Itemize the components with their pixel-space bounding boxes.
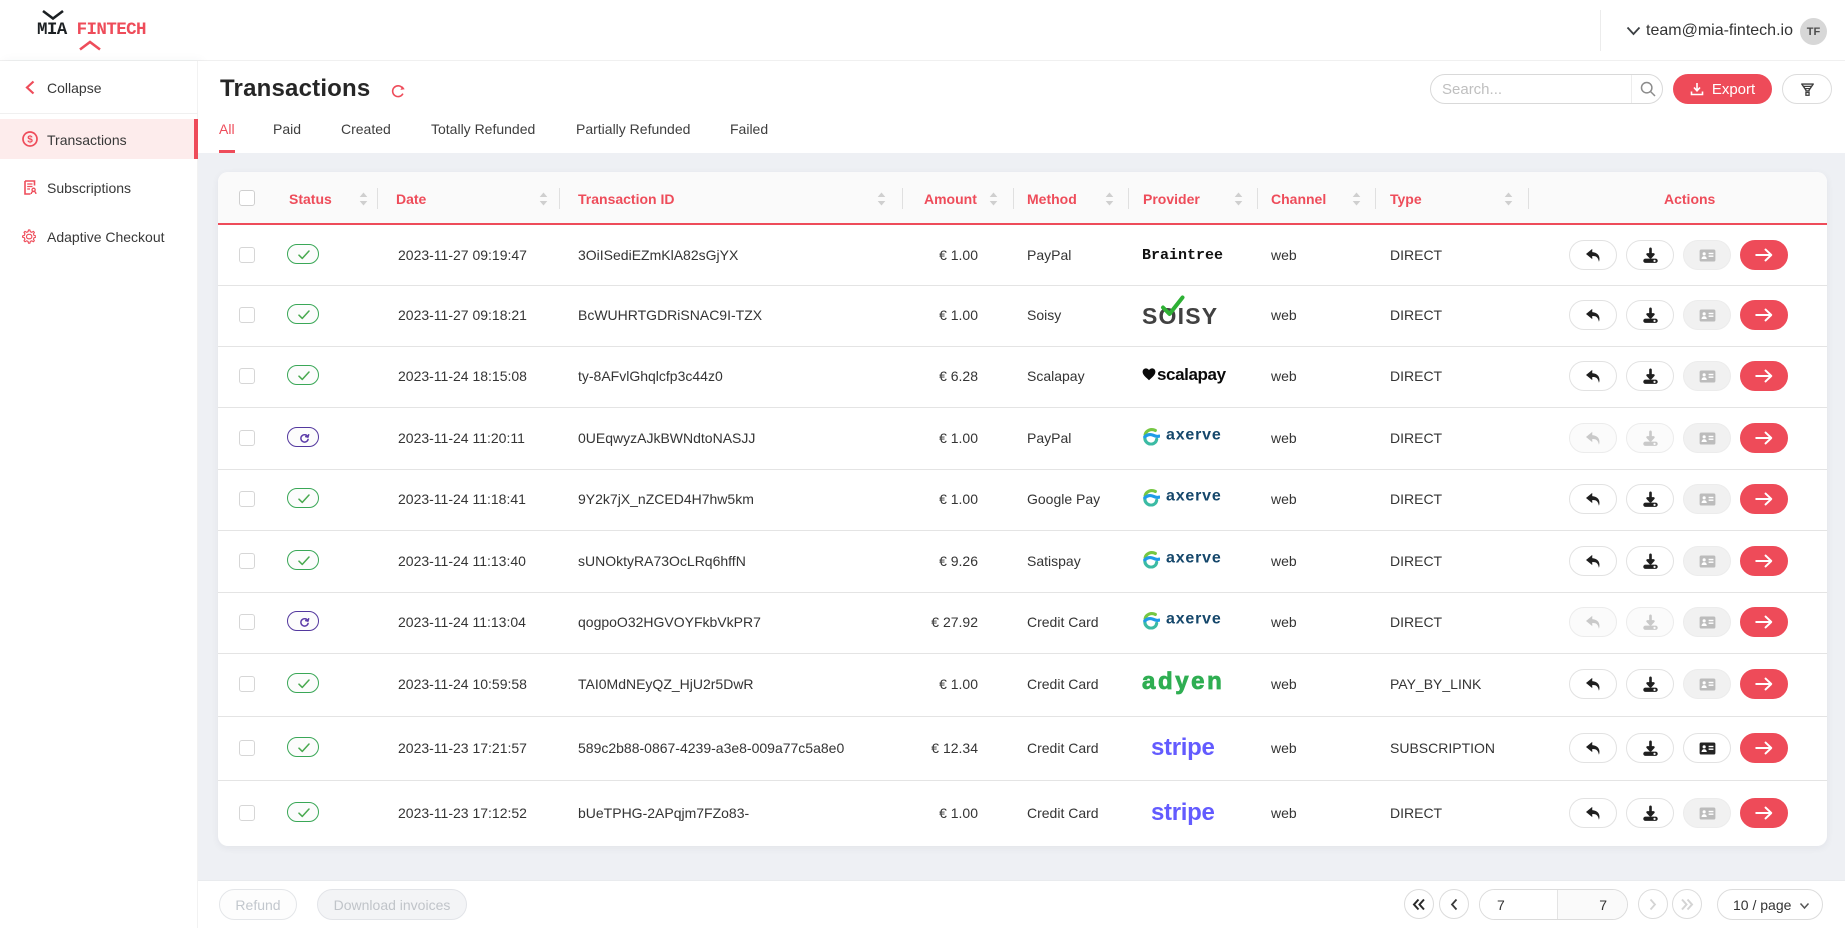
svg-text:$: $ (27, 135, 33, 146)
